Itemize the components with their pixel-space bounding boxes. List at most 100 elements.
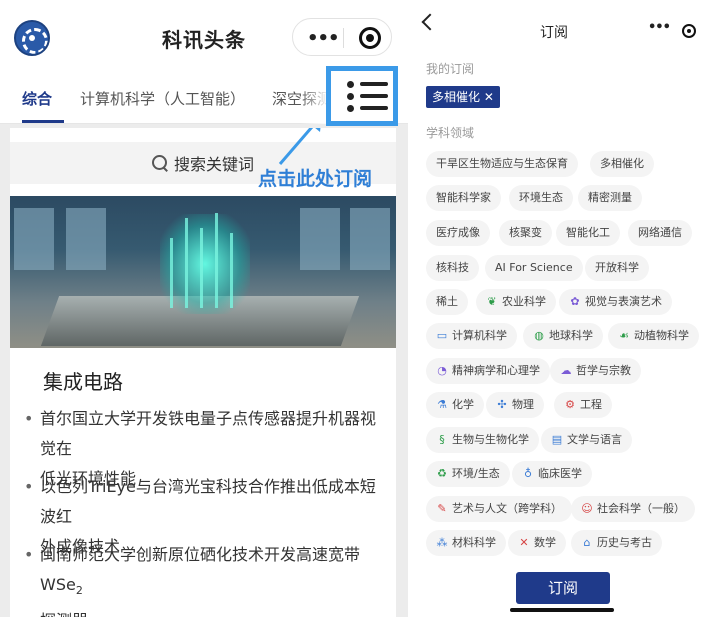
field-chip-label: 智能科学家 (436, 191, 491, 204)
search-placeholder: 搜索关键词 (173, 155, 254, 174)
field-chip[interactable]: 多相催化 (590, 151, 654, 177)
hero-light-bar (185, 218, 188, 308)
field-chip[interactable]: ☁ 哲学与宗教 (550, 358, 641, 384)
field-chip[interactable]: 稀土 (426, 289, 468, 315)
app-header: 科讯头条 ••• (0, 0, 408, 72)
active-tab-indicator (22, 120, 64, 123)
news-title-line: 以色列TriEye与台湾光宝科技合作推出低成本短波红 (40, 477, 376, 526)
more-dots-icon[interactable]: ••• (307, 28, 340, 49)
stethoscope-icon: ♁ (523, 467, 533, 480)
hero-light-bar (230, 233, 233, 308)
brain-icon: ◔ (437, 364, 447, 377)
field-chip-label: 精神病学和心理学 (452, 364, 540, 377)
hero-light-bar (170, 238, 173, 308)
hero-window (350, 208, 390, 270)
category-title: 集成电路 (43, 370, 123, 394)
subscribe-menu-button[interactable] (326, 66, 398, 126)
field-chip[interactable]: 精密测量 (578, 185, 642, 211)
leaf-icon: ❦ (487, 295, 497, 308)
search-icon (151, 155, 168, 171)
hero-window (66, 208, 106, 270)
field-chip-label: 动植物科学 (634, 329, 689, 342)
tab-computer-science[interactable]: 计算机科学（人工智能） (80, 88, 245, 109)
field-chip-label: 生物与生物化学 (452, 433, 529, 446)
field-chip[interactable]: ☺ 社会科学（一般） (571, 496, 695, 522)
field-chip[interactable]: ◍ 地球科学 (523, 323, 603, 349)
field-chip[interactable]: ✎ 艺术与人文（跨学科） (426, 496, 572, 522)
mini-program-capsule: ••• (292, 18, 392, 56)
field-chip[interactable]: ◔ 精神病学和心理学 (426, 358, 550, 384)
field-chip-label: 社会科学（一般） (597, 502, 685, 515)
list-line (360, 94, 388, 98)
subscribe-header: 订阅 ••• (414, 0, 720, 56)
field-chip[interactable]: ♁ 临床医学 (512, 461, 592, 487)
field-chip[interactable]: 智能科学家 (426, 185, 501, 211)
hero-light-bar (200, 228, 203, 308)
field-chip-label: 艺术与人文（跨学科） (452, 502, 562, 515)
field-chip[interactable]: § 生物与生物化学 (426, 427, 539, 453)
field-chip-label: 核科技 (436, 261, 469, 274)
feed-content: 搜索关键词 点击此处订阅 集成电路 • 首尔国立大学开发铁电量子点传感器提升机器… (10, 128, 396, 617)
field-chip-label: 网络通信 (638, 226, 682, 239)
atom-icon: ✣ (497, 398, 507, 411)
math-icon: ✕ (519, 536, 529, 549)
field-chip[interactable]: ♻ 环境/生态 (426, 461, 510, 487)
hero-chip-glow (160, 214, 250, 314)
subscribe-callout: 点击此处订阅 (258, 168, 373, 190)
list-bullet (347, 93, 354, 100)
field-chip[interactable]: 医疗成像 (426, 220, 490, 246)
field-chip[interactable]: 干旱区生物适应与生态保育 (426, 151, 578, 177)
field-chip-label: 精密测量 (588, 191, 632, 204)
news-title-line: 首尔国立大学开发铁电量子点传感器提升机器视觉在 (40, 409, 377, 458)
more-dots-icon[interactable]: ••• (648, 20, 671, 35)
fields-label: 学科领域 (426, 126, 475, 140)
my-subscription-tag[interactable]: 多相催化 ✕ (426, 86, 500, 108)
field-chip[interactable]: ⁂ 材料科学 (426, 530, 506, 556)
thought-icon: ☁ (560, 364, 572, 377)
news-title-line: 闽南师范大学创新原位硒化技术开发高速宽带WSe2 (24, 540, 386, 606)
field-chip[interactable]: ⚗ 化学 (426, 392, 484, 418)
news-title-subscript: 2 (75, 584, 83, 597)
field-chip[interactable]: ▤ 文学与语言 (541, 427, 632, 453)
field-chip-label: 化学 (452, 398, 474, 411)
field-chip[interactable]: ▭ 计算机科学 (426, 323, 517, 349)
field-chip-label: 核聚变 (509, 226, 542, 239)
field-chip[interactable]: ⌂ 历史与考古 (571, 530, 662, 556)
computer-icon: ▭ (436, 329, 448, 342)
target-icon[interactable] (682, 24, 696, 38)
field-chip[interactable]: ✣ 物理 (486, 392, 544, 418)
capsule-divider (343, 28, 344, 48)
field-chip-label: 计算机科学 (452, 329, 507, 342)
news-item[interactable]: • 闽南师范大学创新原位硒化技术开发高速宽带WSe2 探测器 (24, 540, 386, 617)
field-chip[interactable]: 核科技 (426, 255, 479, 281)
gear-icon: ⚙ (565, 398, 575, 411)
field-chip[interactable]: ❦ 农业科学 (476, 289, 556, 315)
field-chip[interactable]: 核聚变 (499, 220, 552, 246)
list-line (360, 82, 388, 86)
list-bullet (347, 105, 354, 112)
people-icon: ☺ (581, 502, 593, 515)
tab-general[interactable]: 综合 (22, 88, 52, 109)
palette-icon: ✿ (570, 295, 580, 308)
field-chip[interactable]: 网络通信 (628, 220, 692, 246)
field-chip-label: 材料科学 (452, 536, 496, 549)
field-chip[interactable]: ☙ 动植物科学 (608, 323, 699, 349)
field-chip[interactable]: ✿ 视觉与表演艺术 (559, 289, 672, 315)
field-chip-label: 哲学与宗教 (576, 364, 631, 377)
field-chip-label: 视觉与表演艺术 (585, 295, 662, 308)
field-chip[interactable]: 环境生态 (509, 185, 573, 211)
news-bullet: • (24, 545, 34, 564)
field-chip[interactable]: AI For Science (485, 255, 583, 281)
field-chip[interactable]: ⚙ 工程 (554, 392, 612, 418)
hero-light-bar (215, 213, 218, 308)
subscribe-button[interactable]: 订阅 (516, 572, 610, 604)
field-chip[interactable]: ✕ 数学 (508, 530, 566, 556)
field-chip[interactable]: 智能化工 (556, 220, 620, 246)
dna-icon: § (439, 433, 445, 446)
field-chip-label: 临床医学 (538, 467, 582, 480)
target-icon[interactable] (359, 27, 381, 49)
arrow-head (315, 128, 321, 132)
hero-image[interactable] (10, 196, 396, 348)
field-chip[interactable]: 开放科学 (585, 255, 649, 281)
animal-icon: ☙ (619, 329, 629, 342)
